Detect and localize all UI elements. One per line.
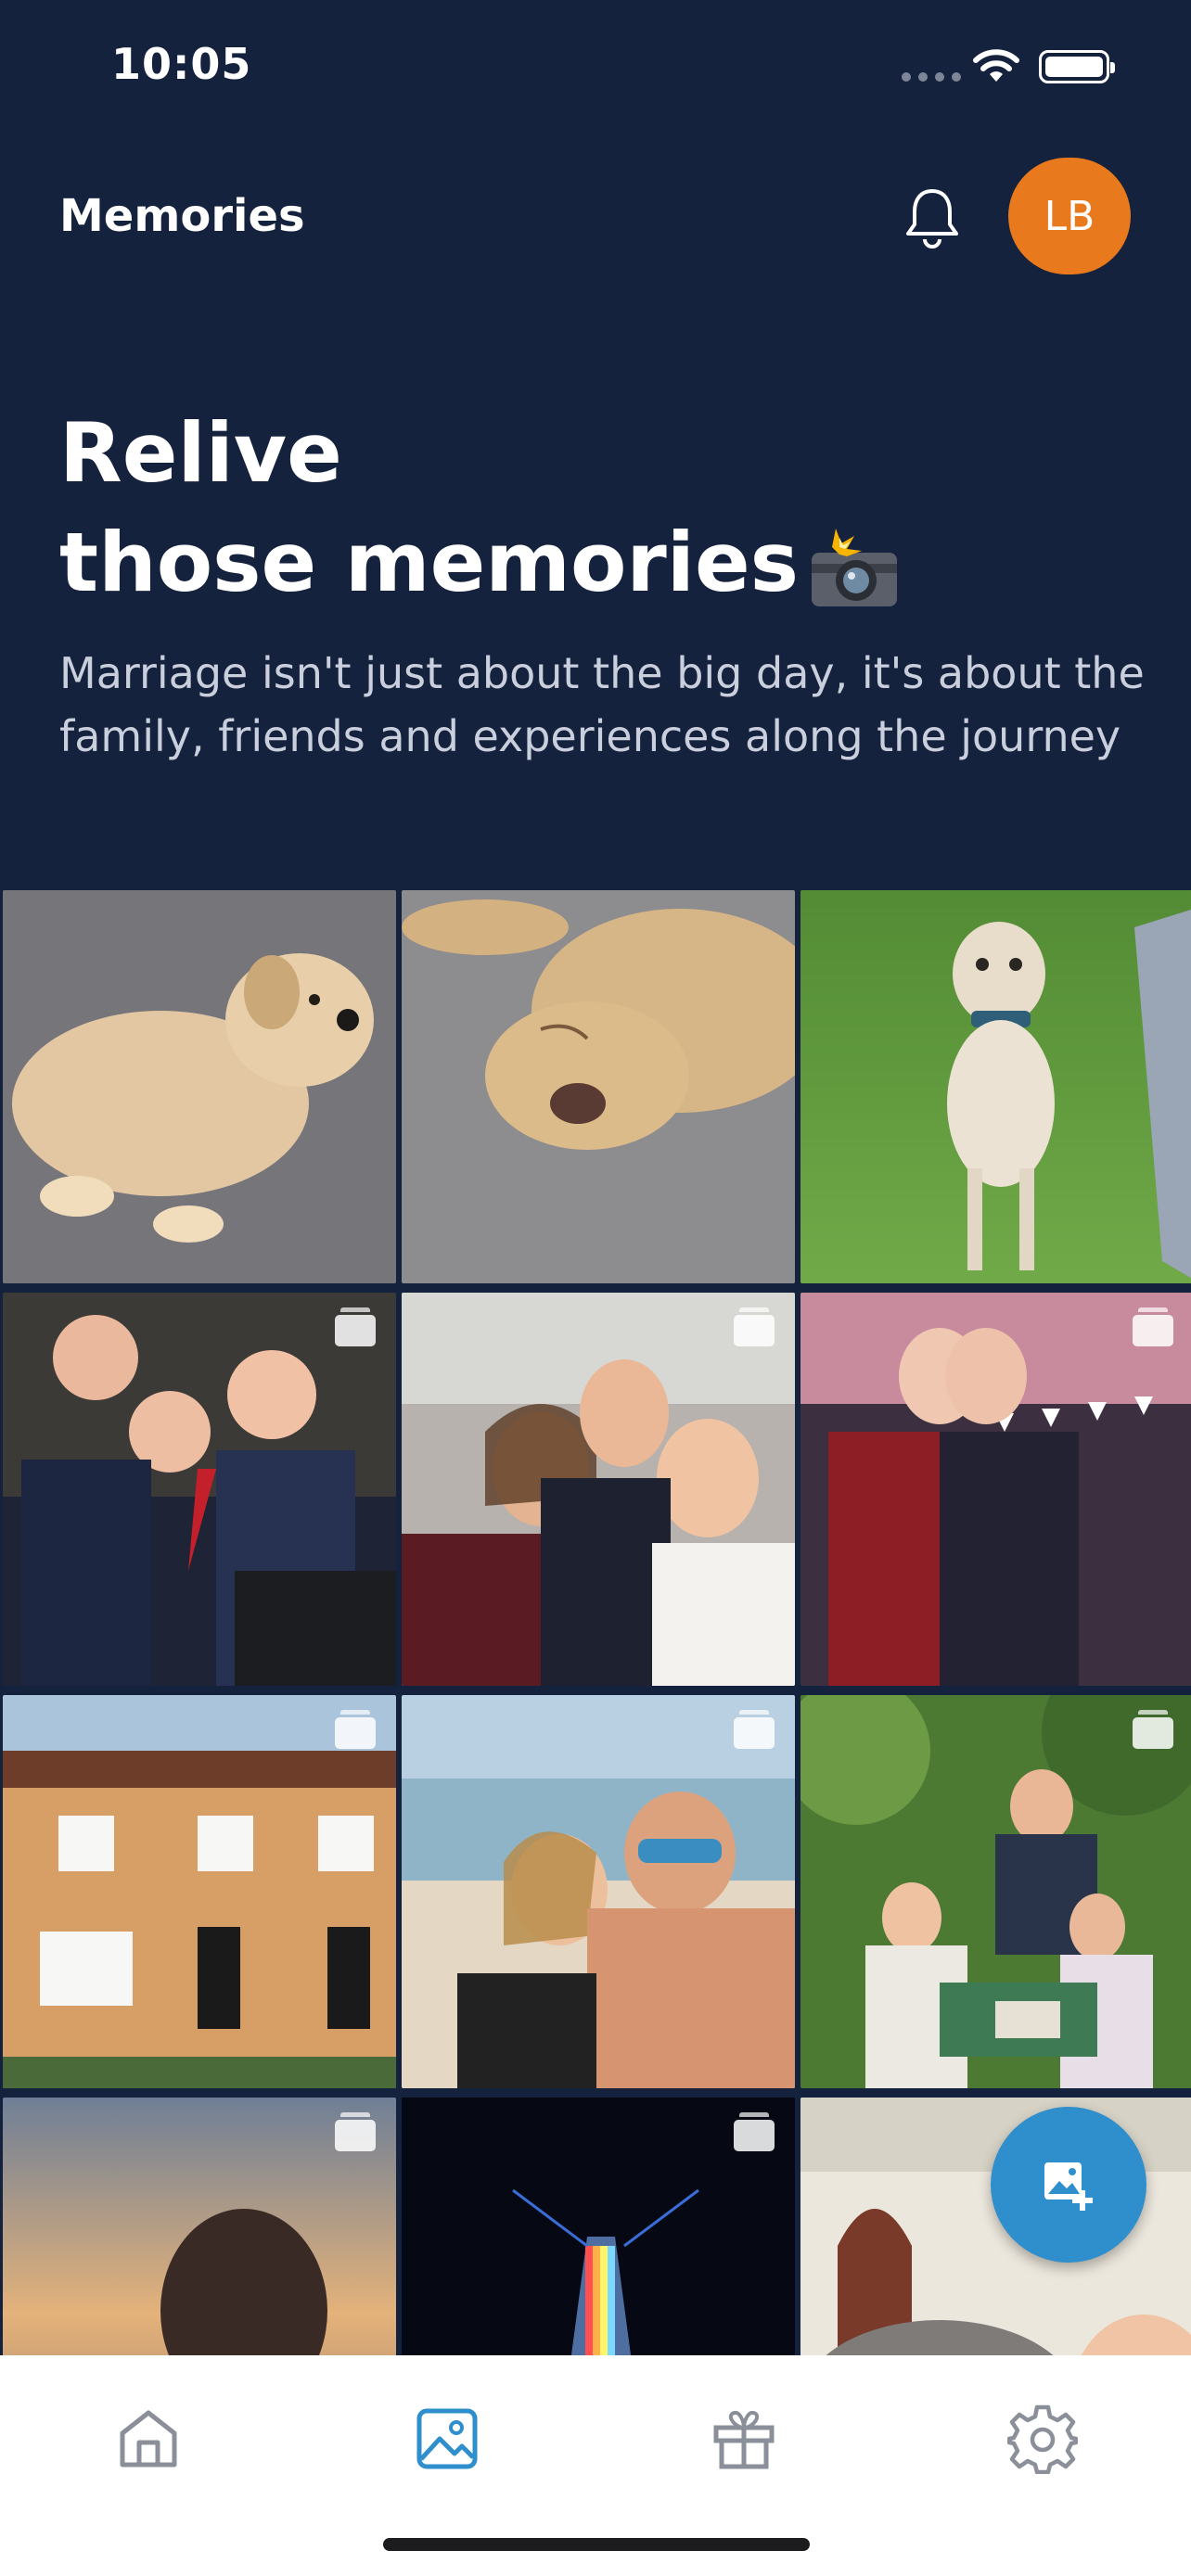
- photo-tile[interactable]: [402, 1293, 795, 1686]
- photo-tile[interactable]: [800, 1695, 1191, 2088]
- camera-flash-emoji-icon: [812, 529, 898, 607]
- family-photo: [800, 1695, 1191, 2088]
- multi-photo-icon: [1133, 1307, 1173, 1346]
- home-icon: [120, 2410, 177, 2468]
- hero-line-1: Relive: [59, 405, 342, 501]
- home-indicator: [383, 2538, 810, 2551]
- dog-photo: [3, 890, 396, 1283]
- hero-heading: Relive those memories: [59, 399, 901, 618]
- beach-photo: [402, 1695, 795, 2088]
- hero-subtitle: Marriage isn't just about the big day, i…: [59, 648, 1145, 761]
- cellular-signal-icon: [902, 72, 961, 82]
- multi-photo-icon: [1133, 1710, 1173, 1749]
- dog-photo: [402, 890, 795, 1283]
- multi-photo-icon: [734, 2112, 775, 2151]
- multi-photo-icon: [335, 1710, 376, 1749]
- photo-tile[interactable]: [402, 1695, 795, 2088]
- bell-icon[interactable]: [900, 184, 965, 250]
- multi-photo-icon: [734, 1710, 775, 1749]
- wifi-icon: [973, 49, 1019, 82]
- dog-photo: [800, 890, 1191, 1283]
- battery-icon: [1039, 50, 1115, 83]
- multi-photo-icon: [335, 1307, 376, 1346]
- tab-settings[interactable]: [1005, 2402, 1080, 2476]
- multi-photo-icon: [734, 1307, 775, 1346]
- add-photo-icon: [1044, 2162, 1093, 2211]
- gear-icon: [1007, 2404, 1078, 2474]
- status-bar: 10:05: [0, 0, 1191, 139]
- multi-photo-icon: [335, 2112, 376, 2151]
- add-photo-button[interactable]: [991, 2107, 1146, 2263]
- hero-line-2: those memories: [59, 515, 800, 610]
- page-title: Memories: [59, 190, 305, 242]
- group-photo: [3, 1293, 396, 1686]
- tab-home[interactable]: [111, 2402, 186, 2476]
- tab-photos[interactable]: [410, 2402, 484, 2476]
- tab-gifts[interactable]: [707, 2402, 781, 2476]
- photo-tile[interactable]: [3, 1293, 396, 1686]
- avatar[interactable]: LB: [1008, 158, 1131, 274]
- group-photo: [402, 1293, 795, 1686]
- status-time: 10:05: [111, 39, 252, 89]
- photo-tile[interactable]: [3, 890, 396, 1283]
- photo-tile[interactable]: [800, 890, 1191, 1283]
- image-icon: [416, 2408, 478, 2469]
- house-photo: [3, 1695, 396, 2088]
- gift-icon: [713, 2411, 775, 2469]
- photo-tile[interactable]: [402, 890, 795, 1283]
- photo-tile[interactable]: [3, 1695, 396, 2088]
- party-photo: [800, 1293, 1191, 1686]
- avatar-initials: LB: [1044, 192, 1095, 240]
- photo-tile[interactable]: [800, 1293, 1191, 1686]
